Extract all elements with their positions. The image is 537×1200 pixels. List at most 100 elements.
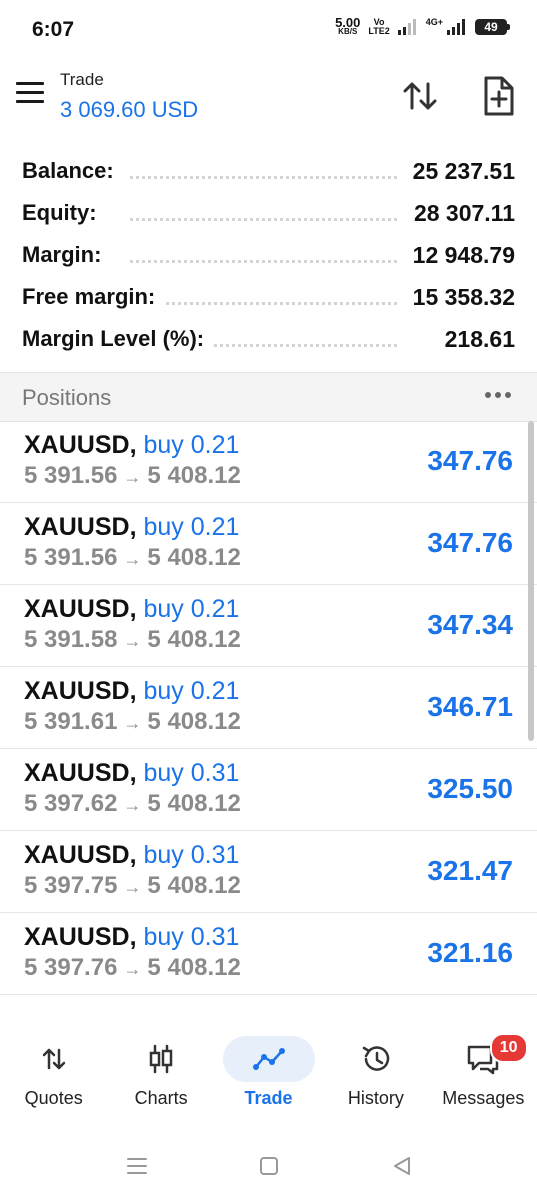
- position-open-price: 5 397.76: [24, 954, 118, 981]
- nav-label: Charts: [134, 1088, 188, 1108]
- arrow-right-icon: →: [123, 795, 142, 815]
- quotes-icon: [42, 1048, 65, 1070]
- position-symbol: XAUUSD,: [24, 595, 137, 623]
- new-document-icon: [484, 76, 514, 116]
- summary-label: Free margin:: [22, 284, 164, 310]
- nav-label: Quotes: [24, 1088, 83, 1108]
- trade-icon: [252, 1048, 285, 1070]
- recents-icon: [127, 1158, 147, 1174]
- bottom-nav: Quotes Charts Trade History 10 Messages: [0, 1028, 537, 1118]
- position-symbol: XAUUSD,: [24, 841, 137, 869]
- summary-value: 28 307.11: [405, 200, 515, 227]
- position-profit: 347.34: [427, 609, 513, 640]
- positions-title: Positions: [22, 385, 112, 410]
- position-symbol: XAUUSD,: [24, 431, 137, 459]
- summary-value: 218.61: [436, 326, 515, 353]
- arrow-right-icon: →: [123, 631, 142, 651]
- dot-leader: [130, 260, 397, 263]
- volte-bottom: LTE2: [368, 26, 390, 36]
- arrow-right-icon: →: [123, 959, 142, 979]
- position-profit: 346.71: [427, 691, 513, 722]
- arrow-right-icon: →: [123, 467, 142, 487]
- dot-leader: [130, 176, 397, 179]
- recents-button[interactable]: [126, 1156, 148, 1181]
- signal-icon-2: [447, 19, 465, 35]
- status-time: 6:07: [32, 18, 75, 41]
- position-row[interactable]: XAUUSD, buy 0.21 5 391.61 → 5 408.12 346.7…: [0, 667, 537, 749]
- charts-icon: [149, 1044, 173, 1074]
- position-row[interactable]: XAUUSD, buy 0.21 5 391.56 → 5 408.12 347.7…: [0, 503, 537, 585]
- position-current-price: 5 408.12: [147, 462, 241, 489]
- nav-charts[interactable]: Charts: [107, 1028, 214, 1118]
- dot-leader: [130, 218, 397, 221]
- position-current-price: 5 408.12: [147, 544, 241, 571]
- status-bar: 6:07 5.00 KB/S Vo LTE2 4G+ 49: [0, 0, 537, 60]
- battery-level: 49: [484, 20, 498, 34]
- summary-value: 12 948.79: [404, 242, 515, 269]
- more-icon: [485, 392, 491, 398]
- home-icon: [260, 1157, 278, 1175]
- network-speed-unit: KB/S: [338, 27, 358, 36]
- position-current-price: 5 408.12: [147, 790, 241, 817]
- summary-row-equity: Equity: 28 307.11: [0, 192, 537, 234]
- back-icon: [394, 1157, 410, 1175]
- home-button[interactable]: [259, 1156, 279, 1181]
- position-side: buy 0.31: [143, 923, 240, 951]
- position-row[interactable]: XAUUSD, buy 0.21 5 391.58 → 5 408.12 347.3…: [0, 585, 537, 667]
- position-symbol: XAUUSD,: [24, 513, 137, 541]
- positions-list: XAUUSD, buy 0.21 5 391.56 → 5 408.12 347.7…: [0, 421, 537, 995]
- position-profit: 325.50: [427, 773, 513, 804]
- profit-total: 3 069.60 USD: [60, 97, 199, 122]
- position-current-price: 5 408.12: [147, 872, 241, 899]
- position-row[interactable]: XAUUSD, buy 0.31 5 397.62 → 5 408.12 325.5…: [0, 749, 537, 831]
- position-symbol: XAUUSD,: [24, 677, 137, 705]
- dot-leader: [130, 302, 397, 305]
- nav-quotes[interactable]: Quotes: [0, 1028, 107, 1118]
- menu-icon: [16, 82, 44, 85]
- position-profit: 347.76: [427, 445, 513, 476]
- nav-trade[interactable]: Trade: [215, 1028, 322, 1118]
- position-side: buy 0.31: [143, 759, 240, 787]
- positions-header: Positions: [0, 372, 537, 422]
- nav-history[interactable]: History: [322, 1028, 429, 1118]
- status-icons: 5.00 KB/S Vo LTE2 4G+ 49: [335, 15, 510, 36]
- volte-indicator: Vo LTE2: [368, 18, 389, 36]
- summary-label: Balance:: [22, 158, 122, 184]
- position-open-price: 5 391.61: [24, 708, 118, 735]
- back-button[interactable]: [392, 1156, 412, 1181]
- summary-row-balance: Balance: 25 237.51: [0, 150, 537, 192]
- summary-row-margin: Margin: 12 948.79: [0, 234, 537, 276]
- position-profit: 321.47: [427, 855, 513, 886]
- arrow-right-icon: →: [123, 549, 142, 569]
- position-side: buy 0.21: [143, 677, 240, 705]
- app-header: Trade 3 069.60 USD: [0, 60, 537, 140]
- position-profit: 347.76: [427, 527, 513, 558]
- summary-value: 25 237.51: [404, 158, 515, 185]
- nav-label: Messages: [442, 1088, 525, 1108]
- sort-button[interactable]: [400, 76, 440, 116]
- menu-button[interactable]: [16, 82, 44, 108]
- position-open-price: 5 391.58: [24, 626, 118, 653]
- position-current-price: 5 408.12: [147, 954, 241, 981]
- summary-row-free-margin: Free margin: 15 358.32: [0, 276, 537, 318]
- position-row[interactable]: XAUUSD, buy 0.31 5 397.75 → 5 408.12 321.4…: [0, 831, 537, 913]
- network-speed-value: 5.00: [335, 15, 361, 30]
- new-order-button[interactable]: [478, 74, 518, 118]
- summary-label: Equity:: [22, 200, 105, 226]
- position-open-price: 5 391.56: [24, 544, 118, 571]
- position-symbol: XAUUSD,: [24, 923, 137, 951]
- summary-value: 15 358.32: [404, 284, 515, 311]
- position-open-price: 5 397.75: [24, 872, 118, 899]
- position-current-price: 5 408.12: [147, 708, 241, 735]
- arrow-right-icon: →: [123, 713, 142, 733]
- nav-messages[interactable]: 10 Messages: [430, 1028, 537, 1118]
- scrollbar[interactable]: [528, 421, 534, 741]
- arrow-right-icon: →: [123, 877, 142, 897]
- network-speed: 5.00 KB/S: [335, 15, 361, 36]
- position-row[interactable]: XAUUSD, buy 0.21 5 391.56 → 5 408.12 347.7…: [0, 421, 537, 503]
- position-current-price: 5 408.12: [147, 626, 241, 653]
- position-side: buy 0.21: [143, 595, 240, 623]
- position-row[interactable]: XAUUSD, buy 0.31 5 397.76 → 5 408.12 321.1…: [0, 913, 537, 995]
- more-options-button[interactable]: [485, 385, 513, 405]
- signal-icon: [397, 19, 416, 35]
